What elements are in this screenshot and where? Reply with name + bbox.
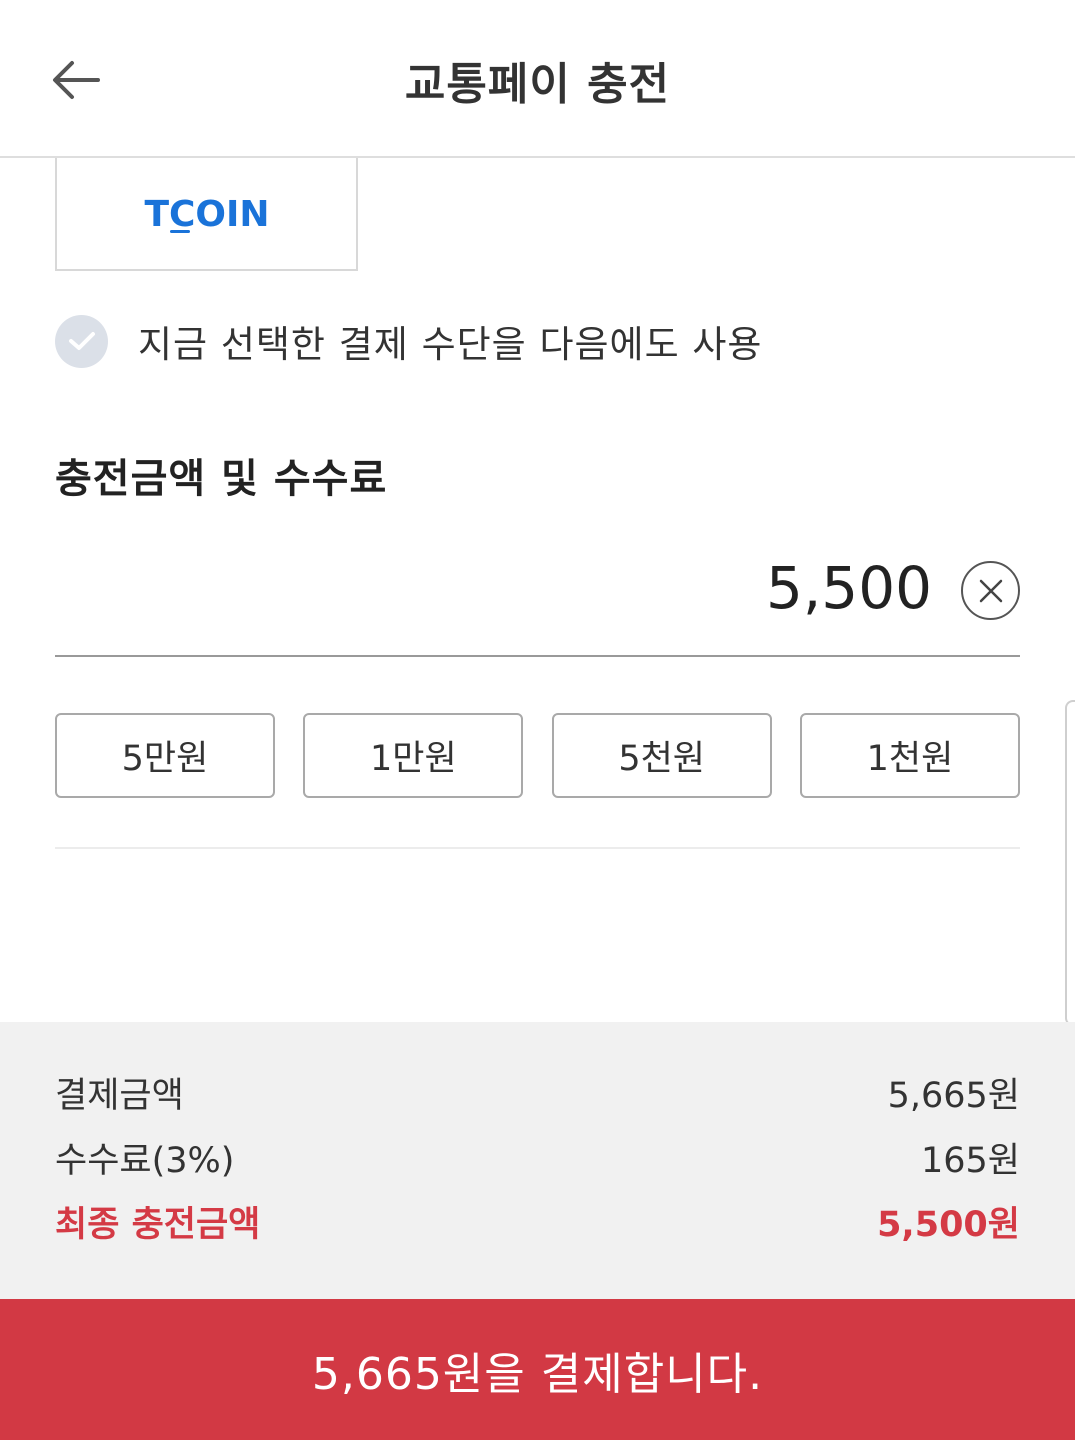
summary-row-fee: 수수료(3%) 165원 (55, 1132, 1020, 1182)
tcoin-logo: TCOIN (144, 194, 269, 235)
remember-label: 지금 선택한 결제 수단을 다음에도 사용 (138, 323, 763, 366)
payment-amount-label: 결제금액 (55, 1075, 184, 1116)
summary-row-payment: 결제금액 5,665원 (55, 1067, 1020, 1117)
scroll-indicator[interactable] (1065, 700, 1075, 1026)
quick-amount-10000-button[interactable]: 1만원 (303, 713, 524, 798)
charge-screen: 교통페이 충전 TCOIN 지금 선택한 결제 수단을 다음에도 사용 충전금액… (0, 0, 1075, 1440)
quick-amount-5000-button[interactable]: 5천원 (551, 713, 772, 798)
check-icon (68, 332, 95, 350)
final-charge-value: 5,500원 (877, 1204, 1020, 1245)
svg-text:TCOIN: TCOIN (144, 194, 269, 235)
close-icon (979, 579, 1002, 602)
pay-button[interactable]: 5,665원을 결제합니다. (0, 1299, 1075, 1440)
page-title: 교통페이 충전 (404, 59, 671, 110)
quick-amount-buttons: 5만원 1만원 5천원 1천원 (55, 713, 1020, 798)
amount-field (55, 540, 1020, 657)
summary-row-final: 최종 충전금액 5,500원 (55, 1196, 1020, 1246)
quick-amount-50000-button[interactable]: 5만원 (55, 713, 275, 798)
divider (55, 847, 1020, 849)
remember-checkbox[interactable] (55, 314, 108, 368)
final-charge-label: 최종 충전금액 (55, 1204, 261, 1245)
payment-amount-value: 5,665원 (887, 1075, 1020, 1116)
app-header: 교통페이 충전 (0, 0, 1075, 158)
quick-amount-1000-button[interactable]: 1천원 (799, 713, 1020, 798)
section-title-charge-amount: 충전금액 및 수수료 (55, 456, 388, 502)
payment-method-tcoin[interactable]: TCOIN (55, 158, 358, 271)
amount-input[interactable] (332, 548, 932, 628)
payment-summary: 결제금액 5,665원 수수료(3%) 165원 최종 충전금액 5,500원 (0, 1022, 1075, 1299)
clear-amount-button[interactable] (961, 561, 1020, 620)
remember-payment-option[interactable]: 지금 선택한 결제 수단을 다음에도 사용 (55, 313, 762, 369)
fee-value: 165원 (920, 1140, 1020, 1181)
fee-label: 수수료(3%) (55, 1140, 235, 1181)
